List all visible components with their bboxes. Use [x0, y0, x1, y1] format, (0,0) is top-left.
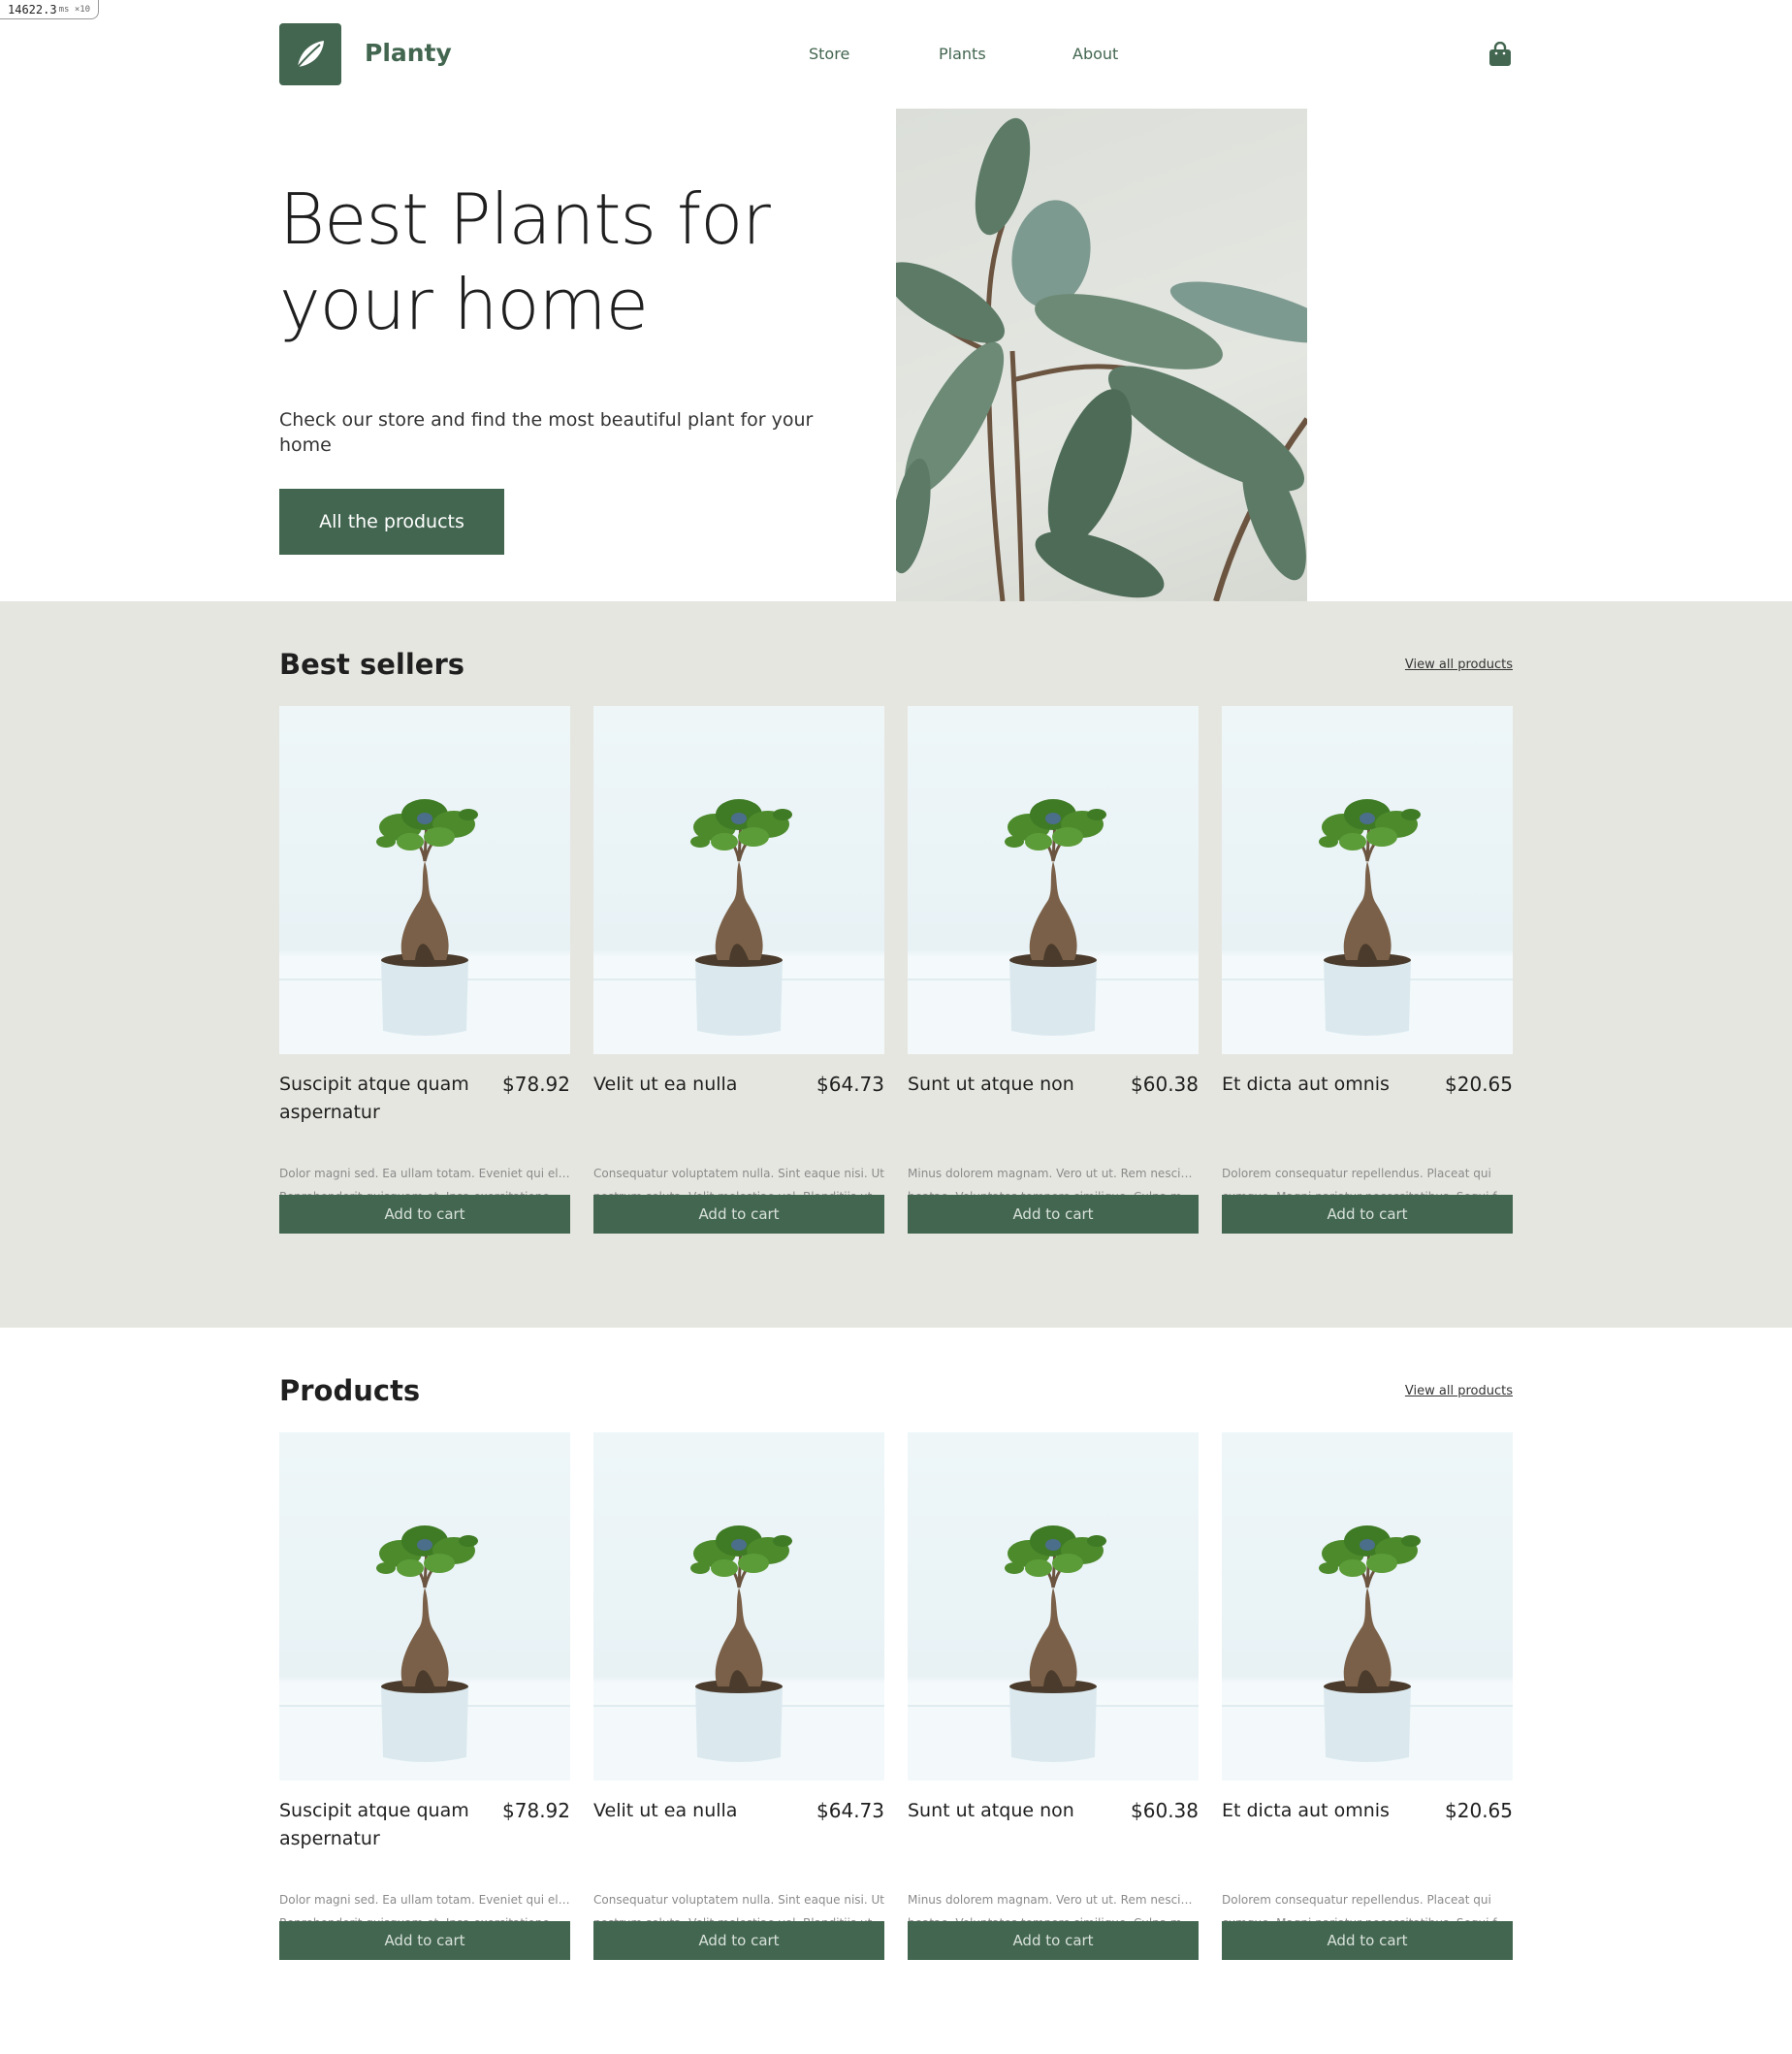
- nav-link-about[interactable]: About: [1072, 45, 1150, 63]
- product-name[interactable]: Et dicta aut omnis: [1222, 1797, 1416, 1825]
- add-to-cart-button[interactable]: Add to cart: [279, 1921, 570, 1960]
- product-name[interactable]: Suscipit atque quam aspernatur: [279, 1071, 473, 1127]
- bonsai-plant-illustration: [279, 799, 570, 1054]
- product-image[interactable]: [593, 706, 884, 1054]
- product-price: $64.73: [816, 1073, 884, 1096]
- product-image[interactable]: [1222, 706, 1513, 1054]
- product-price: $60.38: [1131, 1073, 1199, 1096]
- page: 14622.3 ms ×10 Planty Store Plants About: [0, 0, 1792, 2054]
- product-price: $20.65: [1445, 1073, 1513, 1096]
- product-card: Suscipit atque quam aspernatur $78.92 Do…: [279, 1432, 570, 1961]
- products-section: Products View all products Suscipit atqu…: [0, 1328, 1792, 2054]
- product-description-line: Minus dolorem magnam. Vero ut ut. Rem ne…: [908, 1893, 1199, 1907]
- product-description-line: Dolor magni sed. Ea ullam totam. Eveniet…: [279, 1893, 570, 1907]
- leaf-logo-icon: [297, 41, 324, 68]
- bonsai-plant-illustration: [908, 799, 1199, 1054]
- add-to-cart-button[interactable]: Add to cart: [279, 1195, 570, 1234]
- product-description-line: Minus dolorem magnam. Vero ut ut. Rem ne…: [908, 1167, 1199, 1180]
- product-image[interactable]: [908, 706, 1199, 1054]
- hero-section: Best Plants for your home Check our stor…: [279, 109, 1513, 601]
- product-name[interactable]: Sunt ut atque non: [908, 1797, 1102, 1825]
- bonsai-plant-illustration: [908, 1525, 1199, 1781]
- products-title: Products: [279, 1374, 421, 1407]
- products-grid: Suscipit atque quam aspernatur $78.92 Do…: [279, 1432, 1513, 1975]
- product-description-line: Consequatur voluptatem nulla. Sint eaque…: [593, 1893, 884, 1907]
- perf-value: 14622.3: [8, 2, 57, 16]
- add-to-cart-button[interactable]: Add to cart: [1222, 1921, 1513, 1960]
- perf-unit: ms ×10: [58, 4, 91, 15]
- add-to-cart-button[interactable]: Add to cart: [593, 1921, 884, 1960]
- hero-subtitle: Check our store and find the most beauti…: [279, 409, 814, 456]
- products-view-all-link[interactable]: View all products: [1405, 1384, 1513, 1398]
- product-image[interactable]: [279, 1432, 570, 1781]
- product-description-line: Dolorem consequatur repellendus. Placeat…: [1222, 1167, 1491, 1180]
- bonsai-plant-illustration: [279, 1525, 570, 1781]
- best-sellers-title: Best sellers: [279, 648, 465, 681]
- product-name[interactable]: Et dicta aut omnis: [1222, 1071, 1416, 1099]
- add-to-cart-button[interactable]: Add to cart: [908, 1921, 1199, 1960]
- product-name[interactable]: Suscipit atque quam aspernatur: [279, 1797, 473, 1853]
- product-image[interactable]: [279, 706, 570, 1054]
- product-price: $64.73: [816, 1799, 884, 1822]
- nav-link-store[interactable]: Store: [809, 45, 886, 63]
- hero-plant-image: [896, 109, 1307, 601]
- product-description-line: Dolorem consequatur repellendus. Placeat…: [1222, 1893, 1491, 1907]
- add-to-cart-button[interactable]: Add to cart: [593, 1195, 884, 1234]
- product-description-line: Consequatur voluptatem nulla. Sint eaque…: [593, 1167, 884, 1180]
- best-sellers-view-all-link[interactable]: View all products: [1405, 658, 1513, 672]
- product-card: Et dicta aut omnis $20.65 Dolorem conseq…: [1222, 706, 1513, 1235]
- product-price: $20.65: [1445, 1799, 1513, 1822]
- product-name[interactable]: Velit ut ea nulla: [593, 1797, 787, 1825]
- product-card: Et dicta aut omnis $20.65 Dolorem conseq…: [1222, 1432, 1513, 1961]
- all-products-button[interactable]: All the products: [279, 489, 504, 555]
- add-to-cart-button[interactable]: Add to cart: [1222, 1195, 1513, 1234]
- add-to-cart-button[interactable]: Add to cart: [908, 1195, 1199, 1234]
- product-description-line: Dolor magni sed. Ea ullam totam. Eveniet…: [279, 1167, 570, 1180]
- product-card: Sunt ut atque non $60.38 Minus dolorem m…: [908, 1432, 1199, 1961]
- best-sellers-grid: Suscipit atque quam aspernatur $78.92 Do…: [279, 706, 1513, 1249]
- shopping-bag-icon: [1489, 42, 1511, 66]
- perf-badge: 14622.3 ms ×10: [0, 0, 100, 19]
- products-header: Products View all products: [279, 1374, 1513, 1413]
- product-image[interactable]: [593, 1432, 884, 1781]
- product-price: $78.92: [502, 1799, 570, 1822]
- product-card: Suscipit atque quam aspernatur $78.92 Do…: [279, 706, 570, 1235]
- rubber-plant-illustration: [896, 117, 1307, 601]
- product-card: Sunt ut atque non $60.38 Minus dolorem m…: [908, 706, 1199, 1235]
- best-sellers-header: Best sellers View all products: [279, 648, 1513, 687]
- product-image[interactable]: [1222, 1432, 1513, 1781]
- brand-name[interactable]: Planty: [365, 39, 452, 67]
- logo-link[interactable]: [279, 23, 341, 85]
- hero-title: Best Plants for your home: [279, 178, 771, 345]
- bonsai-plant-illustration: [1222, 799, 1513, 1054]
- product-card: Velit ut ea nulla $64.73 Consequatur vol…: [593, 1432, 884, 1961]
- cart-button[interactable]: [1488, 41, 1513, 68]
- bonsai-plant-illustration: [1222, 1525, 1513, 1781]
- nav-link-plants[interactable]: Plants: [939, 45, 1016, 63]
- product-card: Velit ut ea nulla $64.73 Consequatur vol…: [593, 706, 884, 1235]
- product-price: $78.92: [502, 1073, 570, 1096]
- product-name[interactable]: Sunt ut atque non: [908, 1071, 1102, 1099]
- best-sellers-section: Best sellers View all products Suscipit …: [0, 601, 1792, 1328]
- product-name[interactable]: Velit ut ea nulla: [593, 1071, 787, 1099]
- bonsai-plant-illustration: [593, 799, 884, 1054]
- site-header: Planty Store Plants About: [279, 23, 1513, 85]
- bonsai-plant-illustration: [593, 1525, 884, 1781]
- product-price: $60.38: [1131, 1799, 1199, 1822]
- product-image[interactable]: [908, 1432, 1199, 1781]
